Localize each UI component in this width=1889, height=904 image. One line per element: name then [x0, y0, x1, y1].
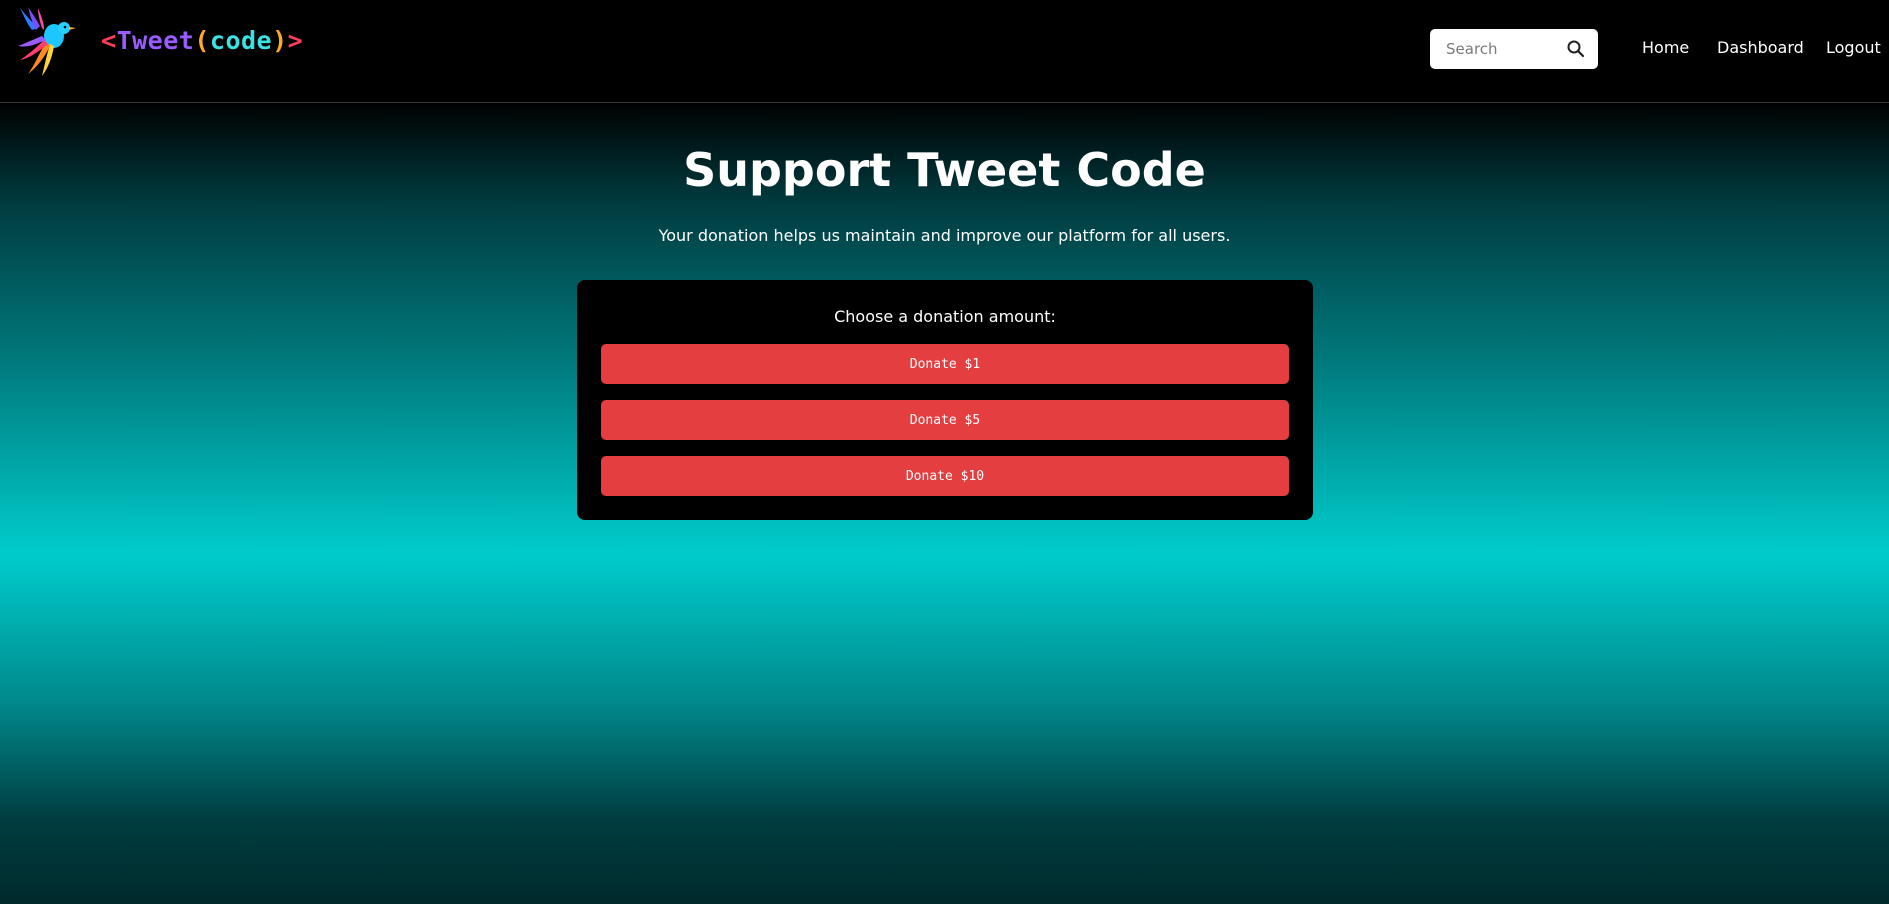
brand-code: code: [209, 26, 273, 55]
brand-word: Tweet: [116, 26, 195, 55]
search-input[interactable]: [1430, 29, 1560, 69]
donate-1-button[interactable]: Donate $1: [601, 344, 1289, 384]
donation-prompt: Choose a donation amount:: [834, 307, 1056, 326]
donation-card: Choose a donation amount: Donate $1 Dona…: [577, 280, 1313, 520]
search-icon[interactable]: [1566, 39, 1586, 59]
brand-close-paren: ): [272, 26, 288, 55]
nav-home-link[interactable]: Home: [1642, 38, 1689, 57]
brand-close-angle: >: [287, 26, 304, 55]
donate-10-button[interactable]: Donate $10: [601, 456, 1289, 496]
brand-logo-text[interactable]: <Tweet(code)>: [101, 26, 303, 55]
page-title: Support Tweet Code: [683, 143, 1206, 197]
page-subtitle: Your donation helps us maintain and impr…: [658, 226, 1231, 245]
donate-5-button[interactable]: Donate $5: [601, 400, 1289, 440]
brand-open-angle: <: [101, 26, 117, 55]
nav-dashboard-link[interactable]: Dashboard: [1717, 38, 1804, 57]
brand-open-paren: (: [194, 26, 210, 55]
search-box: [1430, 29, 1598, 69]
top-navbar: <Tweet(code)> Home Dashboard Logout: [0, 0, 1889, 103]
nav-logout-link[interactable]: Logout: [1826, 38, 1881, 57]
bird-logo-icon[interactable]: [16, 6, 76, 76]
